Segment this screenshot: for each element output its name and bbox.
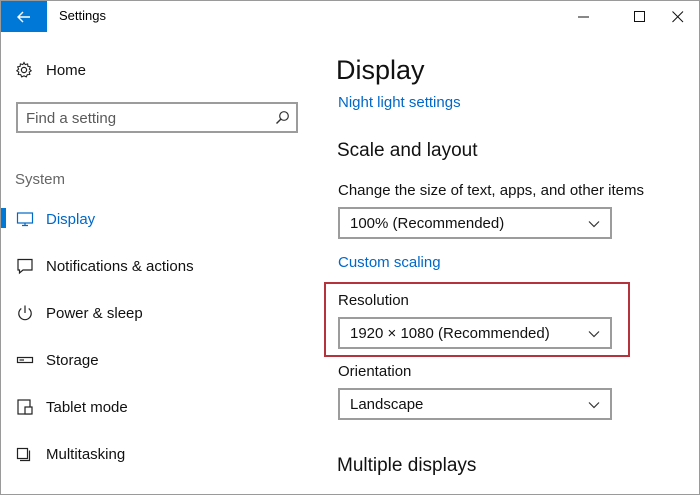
close-button[interactable]: [655, 1, 699, 32]
sidebar-item-tablet-mode[interactable]: Tablet mode: [1, 387, 311, 427]
window-title: Settings: [59, 8, 106, 23]
resolution-value: 1920 × 1080 (Recommended): [350, 325, 550, 342]
sidebar-item-label: Display: [46, 210, 96, 228]
close-icon: [672, 10, 684, 22]
night-light-settings-link[interactable]: Night light settings: [338, 94, 461, 111]
back-arrow-icon: [17, 11, 30, 22]
scale-dropdown[interactable]: 100% (Recommended): [338, 207, 612, 239]
orientation-value: Landscape: [350, 396, 424, 413]
home-nav-item[interactable]: Home: [15, 61, 86, 79]
sidebar-item-label: Notifications & actions: [46, 257, 194, 275]
sidebar-item-power-sleep[interactable]: Power & sleep: [1, 293, 311, 333]
scale-value: 100% (Recommended): [350, 215, 505, 232]
monitor-icon: [16, 210, 34, 228]
power-icon: [16, 304, 34, 322]
sidebar-item-storage[interactable]: Storage: [1, 340, 311, 380]
maximize-icon: [634, 10, 645, 22]
chevron-down-icon: [588, 402, 600, 409]
sidebar-item-label: Power & sleep: [46, 304, 143, 322]
sidebar-item-label: Storage: [46, 351, 99, 369]
tablet-mode-icon: [16, 398, 34, 416]
minimize-button[interactable]: [561, 1, 607, 32]
minimize-icon: [578, 16, 589, 17]
storage-icon: [16, 351, 34, 369]
sidebar-item-display[interactable]: Display: [1, 199, 311, 239]
sidebar-item-label: Tablet mode: [46, 398, 128, 416]
orientation-label: Orientation: [338, 363, 412, 380]
resolution-label: Resolution: [338, 292, 409, 309]
selection-indicator: [1, 208, 6, 228]
orientation-dropdown[interactable]: Landscape: [338, 388, 612, 420]
search-input[interactable]: [26, 108, 266, 128]
page-title: Display: [336, 55, 425, 85]
multiple-displays-heading: Multiple displays: [337, 455, 477, 476]
multitasking-icon: [16, 445, 34, 463]
custom-scaling-link[interactable]: Custom scaling: [338, 254, 441, 271]
search-icon[interactable]: [275, 110, 290, 125]
notifications-icon: [16, 257, 34, 275]
home-label: Home: [46, 61, 87, 79]
sidebar-item-label: Multitasking: [46, 445, 126, 463]
resolution-dropdown[interactable]: 1920 × 1080 (Recommended): [338, 317, 612, 349]
scale-label: Change the size of text, apps, and other…: [338, 182, 645, 199]
system-section-label: System: [15, 171, 66, 188]
sidebar-item-multitasking[interactable]: Multitasking: [1, 434, 311, 474]
title-bar: Settings: [1, 1, 699, 32]
back-button[interactable]: [1, 1, 47, 32]
chevron-down-icon: [588, 221, 600, 228]
scale-layout-heading: Scale and layout: [337, 140, 478, 161]
sidebar-item-notifications[interactable]: Notifications & actions: [1, 246, 311, 286]
chevron-down-icon: [588, 331, 600, 338]
settings-window: Settings Home System: [0, 0, 700, 495]
search-box: [16, 102, 298, 133]
gear-icon: [15, 61, 33, 79]
